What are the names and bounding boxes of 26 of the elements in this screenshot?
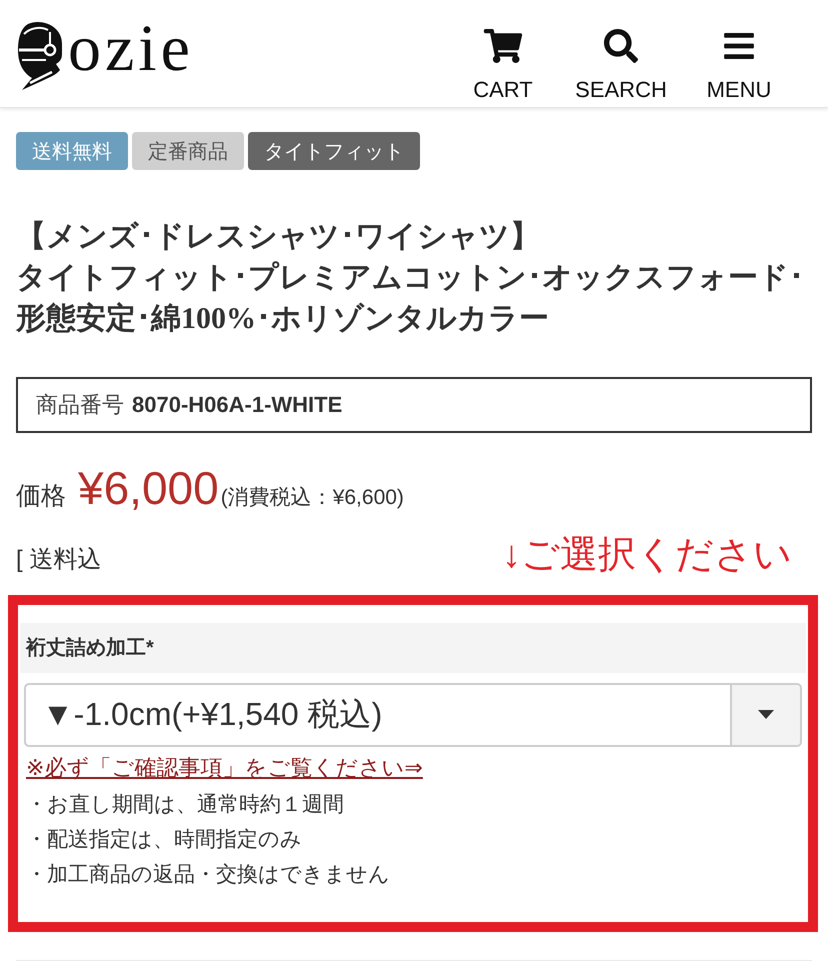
search-icon xyxy=(601,28,641,62)
caret-icon xyxy=(758,710,774,720)
product-number-value: 8070-H06A-1-WHITE xyxy=(132,392,342,418)
dropdown-button[interactable] xyxy=(730,684,800,745)
price-label: 価格 xyxy=(16,481,66,512)
price-amount: ¥6,000 xyxy=(78,461,219,515)
note-text: ・お直し期間は、通常時約１週間 xyxy=(26,792,345,818)
note-text: ・加工商品の返品・交換はできません xyxy=(26,862,391,888)
knight-helmet-icon xyxy=(16,20,64,92)
product-tag: タイトフィット xyxy=(248,132,420,170)
option-select[interactable]: ▼-1.0cm(+¥1,540 税込) xyxy=(24,682,802,747)
option-label: 裄丈詰め加工* xyxy=(20,622,806,673)
product-tag: 定番商品 xyxy=(132,132,244,170)
shipping-note: [ 送料込 xyxy=(16,544,102,575)
notice-link[interactable]: ※必ず「ご確認事項」をご覧ください⇒ xyxy=(26,752,423,783)
cart-nav-button[interactable]: CART xyxy=(444,28,562,102)
select-prompt: ↓ご選択ください xyxy=(502,535,792,577)
search-nav-button[interactable]: SEARCH xyxy=(562,28,680,102)
product-title: 【メンズ･ドレスシャツ･ワイシャツ】 タイトフィット･プレミアムコットン･オックスフォード･ 形態安定･綿100%･ホリゾンタルカラー xyxy=(16,219,805,337)
tax-included-price: (消費税込：¥6,600) xyxy=(220,485,404,511)
note-text: ・配送指定は、時間指定のみ xyxy=(26,826,303,853)
menu-nav-button[interactable]: MENU xyxy=(680,28,798,102)
cart-icon xyxy=(483,28,523,62)
product-number-label: 商品番号 xyxy=(36,391,124,419)
product-tag: 送料無料 xyxy=(16,132,128,170)
logo-text[interactable]: ozie xyxy=(68,16,194,82)
